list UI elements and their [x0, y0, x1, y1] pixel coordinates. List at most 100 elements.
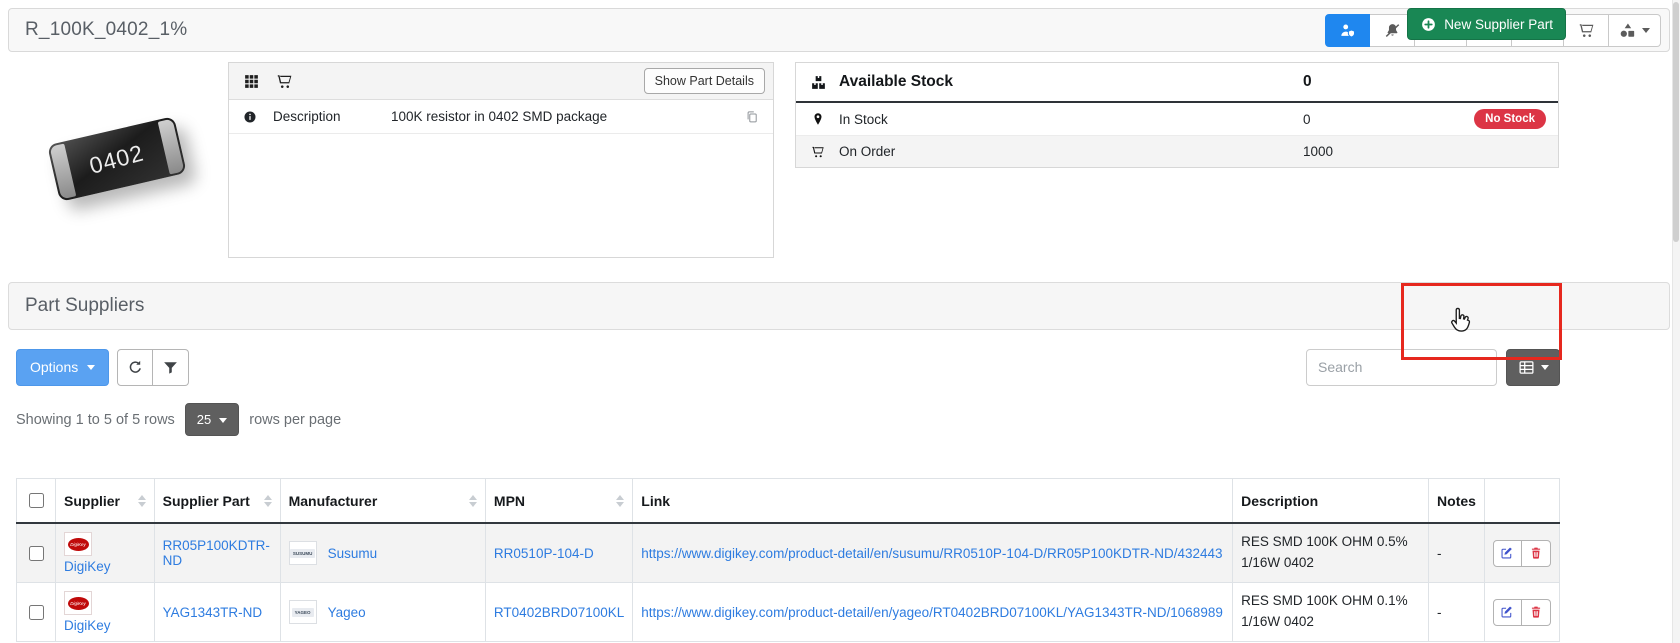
available-stock-value: 0	[1303, 73, 1312, 91]
chevron-down-icon	[1541, 365, 1549, 374]
part-suppliers-header: Part Suppliers	[8, 282, 1670, 330]
available-stock-header: Available Stock 0	[796, 63, 1558, 103]
description-row: Description 100K resistor in 0402 SMD pa…	[229, 100, 773, 134]
edit-pencil-icon	[1500, 605, 1514, 619]
part-suppliers-title: Part Suppliers	[25, 295, 144, 317]
trash-icon	[1529, 546, 1543, 560]
available-stock-label: Available Stock	[839, 73, 953, 91]
supplier-part-link[interactable]: RR05P100KDTR-ND	[163, 538, 270, 568]
column-header-mpn[interactable]: MPN	[485, 479, 632, 524]
shopping-cart-icon	[811, 145, 839, 159]
supplier-link[interactable]: DigiKey	[64, 559, 146, 574]
refresh-icon	[127, 359, 144, 376]
column-header-link: Link	[633, 479, 1233, 524]
table-action-group	[117, 349, 189, 386]
supplier-part-link[interactable]: YAG1343TR-ND	[163, 605, 263, 620]
external-url-link[interactable]: https://www.digikey.com/product-detail/e…	[641, 605, 1223, 620]
delete-row-button[interactable]	[1522, 599, 1551, 626]
filter-icon	[162, 359, 179, 376]
sort-icon	[616, 491, 624, 511]
refresh-button[interactable]	[117, 349, 153, 386]
info-icon	[243, 110, 257, 124]
table-columns-icon	[1518, 359, 1535, 376]
scrollbar-thumb[interactable]	[1673, 2, 1679, 242]
in-stock-value: 0	[1303, 112, 1311, 127]
part-details-panel: Show Part Details Description 100K resis…	[228, 62, 774, 258]
options-dropdown-button[interactable]: Options	[16, 349, 109, 386]
bell-slash-icon	[1384, 22, 1401, 39]
on-order-label: On Order	[839, 144, 895, 159]
suppliers-table: Supplier Supplier Part Manufacturer MPN …	[16, 478, 1560, 642]
in-stock-label: In Stock	[839, 112, 888, 127]
edit-row-button[interactable]	[1493, 540, 1522, 567]
sort-icon	[264, 491, 272, 511]
column-header-supplier-part[interactable]: Supplier Part	[154, 479, 280, 524]
shopping-cart-icon	[1578, 22, 1595, 39]
manufacturer-logo: YAGEO	[289, 600, 317, 624]
manufacturer-link[interactable]: Susumu	[328, 546, 378, 561]
on-order-value: 1000	[1303, 144, 1333, 159]
column-header-description: Description	[1233, 479, 1429, 524]
page-size-dropdown[interactable]: 25	[185, 403, 239, 436]
pagination-info: Showing 1 to 5 of 5 rows 25 rows per pag…	[16, 403, 341, 436]
description-label: Description	[273, 109, 391, 124]
part-thumbnail-image[interactable]: 0402	[28, 80, 206, 238]
filter-button[interactable]	[153, 349, 189, 386]
in-stock-row: In Stock 0 No Stock	[796, 103, 1558, 135]
stock-boxes-icon	[810, 74, 839, 91]
page-size-value: 25	[197, 412, 211, 427]
column-header-actions	[1484, 479, 1559, 524]
table-search-area	[1306, 349, 1560, 386]
subscribe-button[interactable]	[1325, 14, 1370, 47]
mpn-link[interactable]: RR0510P-104-D	[494, 546, 594, 561]
table-row: DigiKey DigiKey RR05P100KDTR-ND SUSUMU S…	[17, 523, 1560, 583]
manufacturer-logo: SUSUMU	[289, 541, 317, 565]
mpn-link[interactable]: RT0402BRD07100KL	[494, 605, 624, 620]
notes-cell: -	[1429, 583, 1485, 642]
description-cell: RES SMD 100K OHM 0.1% 1/16W 0402	[1233, 583, 1429, 642]
description-cell: RES SMD 100K OHM 0.5% 1/16W 0402	[1233, 523, 1429, 583]
copy-icon[interactable]	[745, 110, 759, 124]
edit-pencil-icon	[1500, 546, 1514, 560]
search-input[interactable]	[1306, 349, 1497, 386]
sort-icon	[138, 491, 146, 511]
new-supplier-part-label: New Supplier Part	[1444, 17, 1553, 32]
resistor-chip-graphic: 0402	[47, 116, 187, 202]
supplier-link[interactable]: DigiKey	[64, 618, 146, 633]
chevron-down-icon	[1642, 28, 1650, 37]
description-value: 100K resistor in 0402 SMD package	[391, 109, 745, 124]
chevron-down-icon	[87, 365, 95, 374]
on-order-row: On Order 1000	[796, 135, 1558, 167]
grid-icon	[243, 73, 260, 90]
new-supplier-part-button[interactable]: New Supplier Part	[1407, 8, 1566, 40]
part-details-header: Show Part Details	[229, 63, 773, 100]
select-all-checkbox[interactable]	[29, 493, 44, 508]
resistor-package-label: 0402	[87, 139, 147, 179]
mouse-cursor-icon	[1446, 305, 1473, 336]
column-header-manufacturer[interactable]: Manufacturer	[280, 479, 485, 524]
digikey-logo: DigiKey	[64, 532, 92, 556]
row-checkbox[interactable]	[29, 605, 44, 620]
showing-rows-text: Showing 1 to 5 of 5 rows	[16, 412, 175, 428]
table-toolbar: Options	[16, 348, 1560, 386]
available-stock-panel: Available Stock 0 In Stock 0 No Stock On…	[795, 62, 1559, 168]
show-part-details-button[interactable]: Show Part Details	[644, 68, 765, 94]
page-scrollbar[interactable]	[1672, 0, 1680, 643]
sort-icon	[469, 491, 477, 511]
column-header-notes: Notes	[1429, 479, 1485, 524]
options-label: Options	[30, 359, 78, 375]
column-header-supplier[interactable]: Supplier	[56, 479, 155, 524]
table-row: DigiKey DigiKey YAG1343TR-ND YAGEO Yageo…	[17, 583, 1560, 642]
shapes-icon	[1619, 22, 1636, 39]
part-actions-button[interactable]	[1609, 14, 1661, 47]
page-title: R_100K_0402_1%	[25, 19, 187, 41]
location-pin-icon	[811, 112, 839, 126]
columns-dropdown-button[interactable]	[1506, 349, 1560, 386]
external-url-link[interactable]: https://www.digikey.com/product-detail/e…	[641, 546, 1222, 561]
edit-row-button[interactable]	[1493, 599, 1522, 626]
manufacturer-link[interactable]: Yageo	[328, 605, 366, 620]
delete-row-button[interactable]	[1522, 540, 1551, 567]
order-part-button[interactable]	[1564, 14, 1609, 47]
row-checkbox[interactable]	[29, 546, 44, 561]
no-stock-badge: No Stock	[1474, 109, 1546, 129]
